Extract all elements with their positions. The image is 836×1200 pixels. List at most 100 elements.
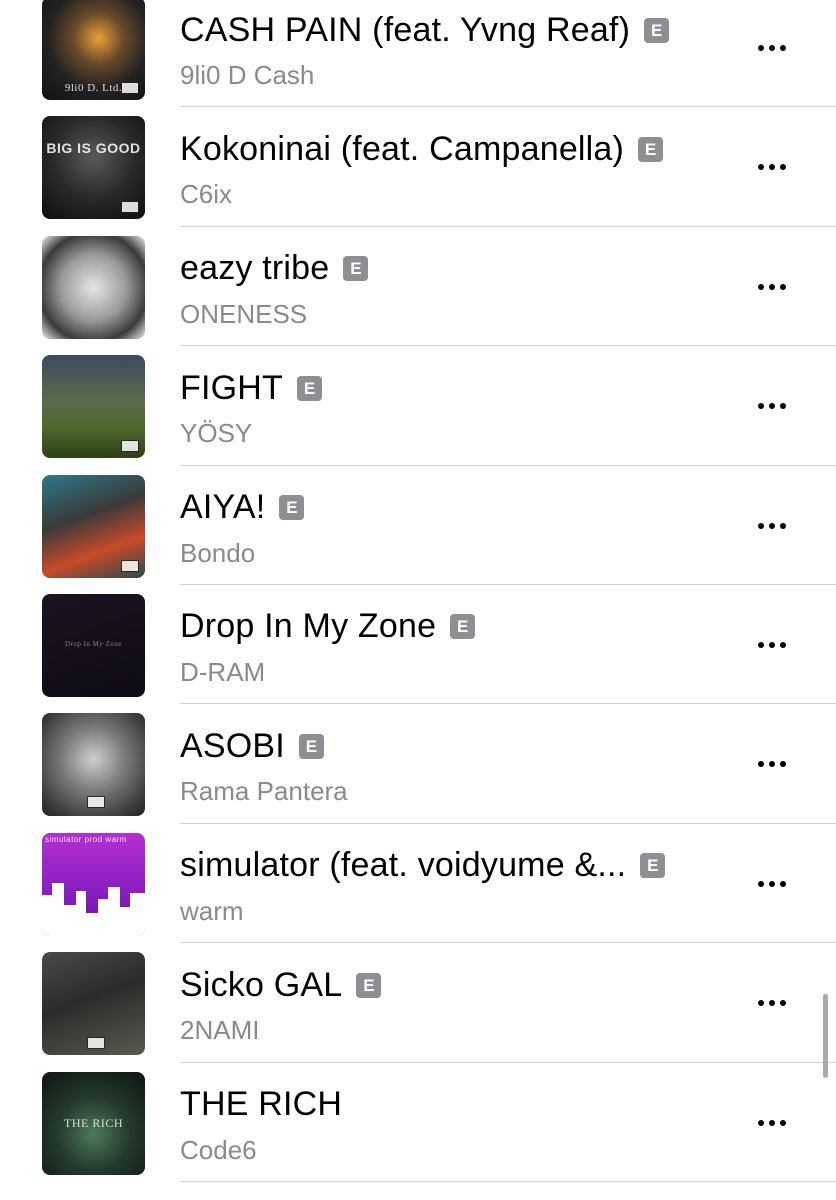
dot-icon [780,45,786,51]
dot-icon [758,283,764,290]
song-title-line: AIYA! E [180,488,305,528]
parental-advisory-icon [87,1037,105,1050]
album-art [42,474,145,578]
song-artist: warm [180,895,244,926]
more-options-button[interactable] [748,987,796,1019]
explicit-icon: E [296,375,322,401]
song-title: THE RICH [180,1085,343,1124]
song-artist: 2NAMI [180,1015,260,1046]
dot-icon [758,1119,764,1126]
song-artist: 9li0 D Cash [180,60,315,90]
dot-icon [758,1000,764,1007]
dot-icon [758,761,764,768]
album-art [42,235,145,339]
song-title-line: CASH PAIN (feat. Yvng Reaf) E [180,10,670,50]
city-skyline-graphic [42,882,145,936]
more-options-button[interactable] [748,151,796,183]
song-row[interactable]: simulator prod warm simulator (feat. voi… [0,824,836,944]
album-art: THE RICH [42,1071,145,1175]
album-art: simulator prod warm [42,832,145,936]
dot-icon [769,522,775,529]
dot-icon [769,1119,775,1126]
song-artist: C6ix [180,179,233,210]
more-options-button[interactable] [748,390,796,422]
song-title-line: FIGHT E [180,368,322,408]
dot-icon [758,45,764,51]
song-title: simulator (feat. voidyume &... [180,846,627,885]
dot-icon [780,641,786,648]
dot-icon [769,283,775,290]
song-list: 9li0 D. Ltd. CASH PAIN (feat. Yvng Reaf)… [0,0,836,1194]
more-options-button[interactable] [748,868,796,900]
song-artist: D-RAM [180,656,266,687]
song-title: Kokoninai (feat. Campanella) [180,129,625,168]
dot-icon [780,1119,786,1126]
album-art-text: THE RICH [64,1115,123,1130]
dot-icon [780,1000,786,1007]
song-row[interactable]: 9li0 D. Ltd. CASH PAIN (feat. Yvng Reaf)… [0,0,836,108]
parental-advisory-icon [87,796,105,809]
dot-icon [758,403,764,410]
more-options-button[interactable] [748,510,796,542]
song-row[interactable]: FIGHT E YÖSY [0,346,836,466]
parental-advisory-icon [121,82,139,94]
song-row[interactable]: Drop In My Zone Drop In My Zone E D-RAM [0,585,836,705]
song-row[interactable]: AIYA! E Bondo [0,466,836,585]
scrollbar[interactable] [823,994,828,1078]
album-art-text: Drop In My Zone [64,639,123,648]
explicit-icon: E [356,972,382,998]
row-separator [180,1180,836,1182]
dot-icon [769,1000,775,1007]
song-title-line: eazy tribe E [180,249,369,289]
song-row[interactable]: Sicko GAL E 2NAMI [0,943,836,1063]
song-artist: Code6 [180,1134,257,1165]
song-title: ASOBI [180,726,285,765]
parental-advisory-icon [121,440,139,453]
dot-icon [758,641,764,648]
song-row[interactable]: BIG IS GOOD Kokoninai (feat. Campanella)… [0,107,836,227]
dot-icon [780,522,786,529]
dot-icon [769,403,775,410]
song-artist: ONENESS [180,298,308,329]
dot-icon [758,880,764,887]
dot-icon [769,880,775,887]
dot-icon [769,164,775,171]
explicit-icon: E [343,256,369,282]
song-title: Sicko GAL [180,965,343,1004]
more-options-button[interactable] [748,32,796,64]
song-artist: Bondo [180,537,256,568]
song-title-line: simulator (feat. voidyume &... E [180,846,666,886]
album-art: 9li0 D. Ltd. [42,0,145,100]
parental-advisory-icon [121,559,139,572]
dot-icon [769,761,775,768]
dot-icon [769,45,775,51]
more-options-button[interactable] [748,629,796,661]
song-artist: Rama Pantera [180,776,348,807]
dot-icon [780,403,786,410]
song-title: eazy tribe [180,249,330,288]
dot-icon [758,164,764,171]
song-title-line: Kokoninai (feat. Campanella) E [180,129,664,169]
song-title: Drop In My Zone [180,607,437,646]
dot-icon [780,761,786,768]
explicit-icon: E [644,17,670,43]
explicit-icon: E [640,853,666,879]
explicit-icon: E [298,733,324,759]
album-art: BIG IS GOOD [42,116,145,220]
song-title: FIGHT [180,368,283,407]
more-options-button[interactable] [748,748,796,780]
album-art [42,713,145,817]
song-title-line: Sicko GAL E [180,965,382,1005]
song-title-line: Drop In My Zone E [180,607,476,647]
dot-icon [780,880,786,887]
song-row[interactable]: THE RICH THE RICH Code6 [0,1063,836,1182]
parental-advisory-icon [121,201,139,214]
song-row[interactable]: eazy tribe E ONENESS [0,227,836,347]
more-options-button[interactable] [748,1107,796,1139]
dot-icon [769,641,775,648]
song-title-line: ASOBI E [180,726,324,766]
album-art-text: BIG IS GOOD [46,140,141,157]
song-row[interactable]: ASOBI E Rama Pantera [0,704,836,824]
song-title: CASH PAIN (feat. Yvng Reaf) [180,10,631,49]
more-options-button[interactable] [748,271,796,303]
